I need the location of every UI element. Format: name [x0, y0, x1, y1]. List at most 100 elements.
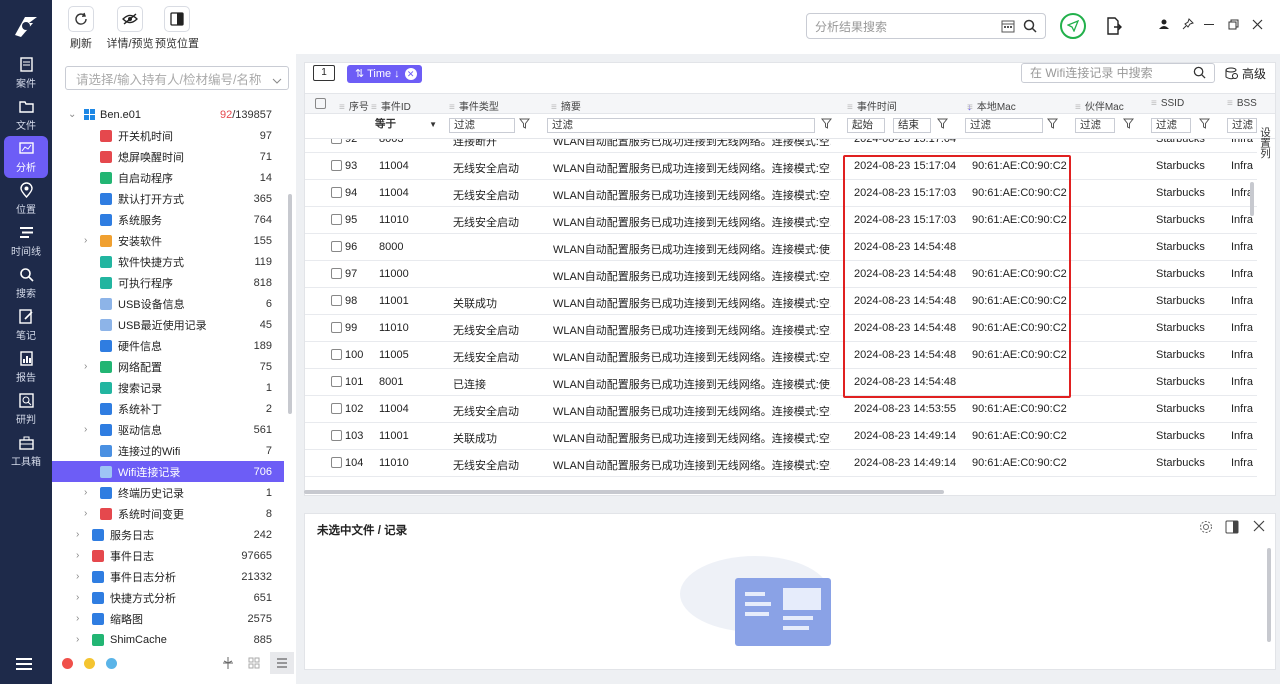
tree-item[interactable]: 系统补丁 2: [52, 398, 284, 419]
refresh-button[interactable]: 刷新: [68, 6, 94, 51]
tree-group[interactable]: › 事件日志 97665: [52, 545, 284, 566]
chevron-right-icon[interactable]: ›: [84, 424, 87, 435]
nav-item-toolbox[interactable]: 工具箱: [0, 430, 52, 472]
column-header[interactable]: ≡ 摘要: [551, 98, 581, 113]
chevron-right-icon[interactable]: ›: [76, 592, 79, 603]
time-end-filter[interactable]: 结束: [893, 118, 931, 133]
column-header[interactable]: ≡ 本地Mac: [967, 98, 1016, 113]
partner-mac-filter[interactable]: 过滤: [1075, 118, 1115, 133]
panel-layout-icon[interactable]: [1225, 520, 1239, 537]
column-header[interactable]: ≡ SSID: [1151, 98, 1184, 109]
column-header[interactable]: ≡ 序号: [339, 98, 369, 113]
row-checkbox[interactable]: [331, 349, 342, 360]
search-icon[interactable]: [1023, 19, 1037, 36]
export-icon[interactable]: [1106, 17, 1122, 38]
drag-handle-icon[interactable]: ≡: [847, 102, 853, 113]
pin-icon[interactable]: [1182, 18, 1194, 33]
table-row[interactable]: 96 8000 WLAN自动配置服务已成功连接到无线网络。连接模式:使... 2024…: [305, 234, 1257, 261]
tree-item[interactable]: › 驱动信息 561: [52, 419, 284, 440]
remove-sort-icon[interactable]: ✕: [404, 68, 417, 80]
close-icon[interactable]: [1252, 19, 1263, 33]
chevron-right-icon[interactable]: ›: [76, 529, 79, 540]
nav-item-search[interactable]: 搜索: [0, 262, 52, 304]
table-search-input[interactable]: 在 Wifi连接记录 中搜索: [1021, 63, 1215, 83]
chevron-right-icon[interactable]: ›: [76, 634, 79, 645]
page-badge[interactable]: 1: [313, 65, 335, 81]
ssid-filter[interactable]: 过滤: [1151, 118, 1191, 133]
tree-group[interactable]: › 事件日志分析 21332: [52, 566, 284, 587]
row-checkbox[interactable]: [331, 376, 342, 387]
funnel-icon[interactable]: [1198, 118, 1211, 132]
tree-item[interactable]: 连接过的Wifi 7: [52, 440, 284, 461]
nav-item-analysis[interactable]: 分析: [4, 136, 48, 178]
chevron-right-icon[interactable]: ›: [76, 550, 79, 561]
event-type-filter[interactable]: 过滤: [449, 118, 515, 133]
funnel-icon[interactable]: [518, 118, 531, 132]
advanced-button[interactable]: 高级: [1225, 65, 1266, 82]
nav-item-judge[interactable]: 研判: [0, 388, 52, 430]
tree-item[interactable]: 开关机时间 97: [52, 125, 284, 146]
row-checkbox[interactable]: [331, 139, 342, 144]
chevron-right-icon[interactable]: ›: [84, 235, 87, 246]
collapse-icon[interactable]: [222, 656, 234, 673]
funnel-icon[interactable]: [936, 118, 949, 132]
table-row[interactable]: 97 11000 WLAN自动配置服务已成功连接到无线网络。连接模式:空... 202…: [305, 261, 1257, 288]
tree-item[interactable]: 搜索记录 1: [52, 377, 284, 398]
drag-handle-icon[interactable]: ≡: [1227, 98, 1233, 109]
menu-icon[interactable]: [16, 657, 32, 674]
tree-item[interactable]: 硬件信息 189: [52, 335, 284, 356]
preview-position-button[interactable]: 预览位置: [154, 6, 200, 51]
grid-view-icon[interactable]: [248, 657, 260, 672]
nav-item-location[interactable]: 位置: [0, 178, 52, 220]
chevron-right-icon[interactable]: ›: [84, 487, 87, 498]
tree-group[interactable]: › ShimCache 885: [52, 629, 284, 650]
drag-handle-icon[interactable]: ≡: [967, 102, 973, 113]
column-header[interactable]: ≡ BSS: [1227, 98, 1257, 109]
list-view-icon[interactable]: [270, 652, 294, 674]
tree-item[interactable]: USB设备信息 6: [52, 293, 284, 314]
tree-item[interactable]: › 网络配置 75: [52, 356, 284, 377]
tree-group[interactable]: › 缩略图 2575: [52, 608, 284, 629]
chevron-right-icon[interactable]: ›: [76, 571, 79, 582]
sort-chip[interactable]: ⇅ Time ↓ ✕: [347, 65, 422, 83]
row-checkbox[interactable]: [331, 187, 342, 198]
tree-scrollbar[interactable]: [288, 194, 292, 414]
row-checkbox[interactable]: [331, 214, 342, 225]
calendar-icon[interactable]: [1001, 19, 1015, 36]
tree-item[interactable]: 软件快捷方式 119: [52, 251, 284, 272]
table-row[interactable]: 103 11001 关联成功 WLAN自动配置服务已成功连接到无线网络。连接模式:空.…: [305, 423, 1257, 450]
chevron-down-icon[interactable]: [272, 73, 282, 87]
table-row[interactable]: 94 11004 无线安全启动 WLAN自动配置服务已成功连接到无线网络。连接模式:空…: [305, 180, 1257, 207]
chevron-right-icon[interactable]: ›: [84, 508, 87, 519]
drag-handle-icon[interactable]: ≡: [449, 102, 455, 113]
row-checkbox[interactable]: [331, 268, 342, 279]
table-row[interactable]: 95 11010 无线安全启动 WLAN自动配置服务已成功连接到无线网络。连接模式:空…: [305, 207, 1257, 234]
drag-handle-icon[interactable]: ≡: [339, 102, 345, 113]
drag-handle-icon[interactable]: ≡: [1075, 102, 1081, 113]
row-checkbox[interactable]: [331, 457, 342, 468]
chevron-down-icon[interactable]: ⌄: [68, 109, 76, 120]
row-checkbox[interactable]: [331, 322, 342, 333]
funnel-icon[interactable]: [820, 118, 833, 132]
tree-group[interactable]: › 服务日志 242: [52, 524, 284, 545]
user-icon[interactable]: [1158, 18, 1170, 33]
horizontal-scrollbar[interactable]: [304, 490, 944, 494]
row-checkbox[interactable]: [331, 295, 342, 306]
table-row[interactable]: 101 8001 已连接 WLAN自动配置服务已成功连接到无线网络。连接模式:使...…: [305, 369, 1257, 396]
bss-filter[interactable]: 过滤: [1227, 118, 1257, 133]
tree-group[interactable]: › 快捷方式分析 651: [52, 587, 284, 608]
tree-item[interactable]: 自启动程序 14: [52, 167, 284, 188]
select-all-checkbox[interactable]: [315, 98, 326, 109]
analysis-search-input[interactable]: 分析结果搜索: [806, 13, 1046, 39]
funnel-icon[interactable]: [1122, 118, 1135, 132]
tree-item[interactable]: 熄屏唤醒时间 71: [52, 146, 284, 167]
column-header[interactable]: ≡ 事件类型: [449, 98, 499, 113]
tree-root-evidence[interactable]: ⌄ Ben.e01 92/139857: [52, 104, 284, 125]
operator-select[interactable]: 等于 ▼: [371, 118, 437, 133]
nav-item-report[interactable]: 报告: [0, 346, 52, 388]
tree-item[interactable]: › 安装软件 155: [52, 230, 284, 251]
table-row[interactable]: 100 11005 无线安全启动 WLAN自动配置服务已成功连接到无线网络。连接模式:…: [305, 342, 1257, 369]
table-row[interactable]: 99 11010 无线安全启动 WLAN自动配置服务已成功连接到无线网络。连接模式:空…: [305, 315, 1257, 342]
table-search-icon[interactable]: [1193, 66, 1206, 84]
send-icon[interactable]: [1060, 13, 1086, 39]
